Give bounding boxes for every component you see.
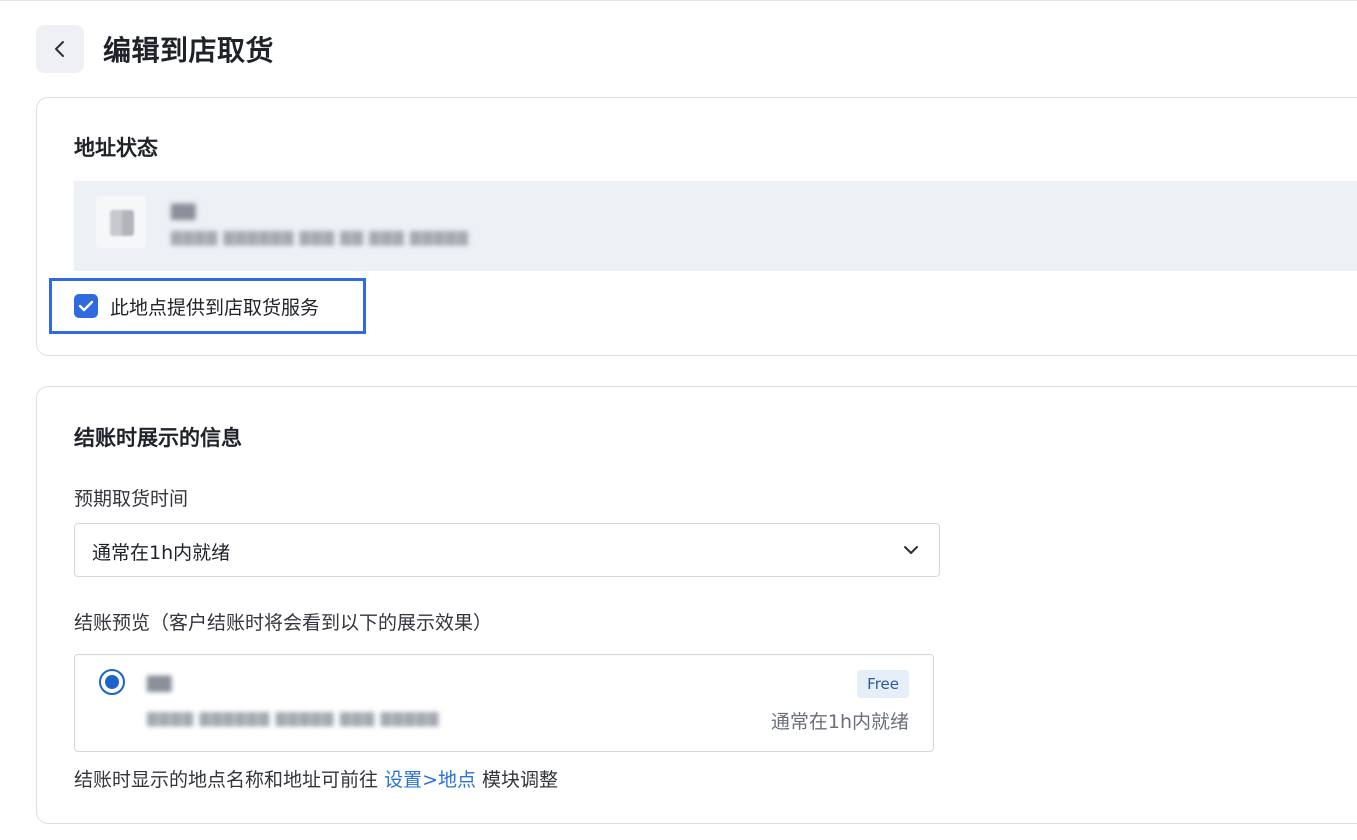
address-status-card: 地址状态 ▇▇ ▇▇▇▇ ▇▇▇▇▇▇ ▇▇▇ ▇▇ ▇▇▇ ▇▇▇▇▇ 此地点… (36, 97, 1357, 356)
back-button[interactable] (36, 25, 84, 73)
free-badge: Free (857, 670, 909, 698)
checkout-preview: ▇▇ ▇▇▇▇ ▇▇▇▇▇▇ ▇▇▇▇▇ ▇▇▇ ▇▇▇▇▇ Free 通常在1… (74, 654, 934, 752)
pickup-checkbox-highlight: 此地点提供到店取货服务 (49, 278, 366, 334)
checkout-info-card: 结账时展示的信息 预期取货时间 通常在1h内就绪 结账预览（客户结账时将会看到以… (36, 386, 1357, 824)
preview-pickup-time: 通常在1h内就绪 (770, 711, 909, 733)
checkout-footnote: 结账时显示的地点名称和地址可前往 设置>地点 模块调整 (74, 765, 558, 792)
location-name: ▇▇ (171, 201, 196, 220)
footnote-prefix: 结账时显示的地点名称和地址可前往 (74, 769, 379, 791)
address-status-title: 地址状态 (74, 136, 158, 160)
check-icon (78, 300, 94, 312)
pickup-time-select[interactable]: 通常在1h内就绪 (74, 523, 940, 577)
top-divider (0, 0, 1357, 1)
chevron-down-icon (904, 546, 918, 554)
page-title: 编辑到店取货 (103, 34, 275, 67)
radio-selected-icon[interactable] (99, 669, 125, 695)
pickup-checkbox-label[interactable]: 此地点提供到店取货服务 (110, 293, 319, 320)
checkout-info-title: 结账时展示的信息 (74, 426, 242, 450)
page-header: 编辑到店取货 (36, 25, 274, 73)
chevron-left-icon (55, 41, 64, 57)
preview-location-name: ▇▇ (147, 673, 172, 692)
pickup-checkbox[interactable] (74, 294, 98, 318)
radio-dot (105, 675, 119, 689)
footnote-suffix: 模块调整 (482, 769, 559, 791)
location-address: ▇▇▇▇ ▇▇▇▇▇▇ ▇▇▇ ▇▇ ▇▇▇ ▇▇▇▇▇ (171, 230, 469, 246)
pickup-time-value: 通常在1h内就绪 (92, 542, 231, 564)
preview-location-address: ▇▇▇▇ ▇▇▇▇▇▇ ▇▇▇▇▇ ▇▇▇ ▇▇▇▇▇ (147, 711, 440, 727)
location-info: ▇▇ ▇▇▇▇ ▇▇▇▇▇▇ ▇▇▇ ▇▇ ▇▇▇ ▇▇▇▇▇ (74, 181, 1357, 271)
settings-locations-link[interactable]: 设置>地点 (384, 769, 476, 791)
location-image (96, 196, 146, 248)
pickup-time-label: 预期取货时间 (74, 488, 189, 510)
checkout-preview-label: 结账预览（客户结账时将会看到以下的展示效果） (74, 612, 493, 634)
